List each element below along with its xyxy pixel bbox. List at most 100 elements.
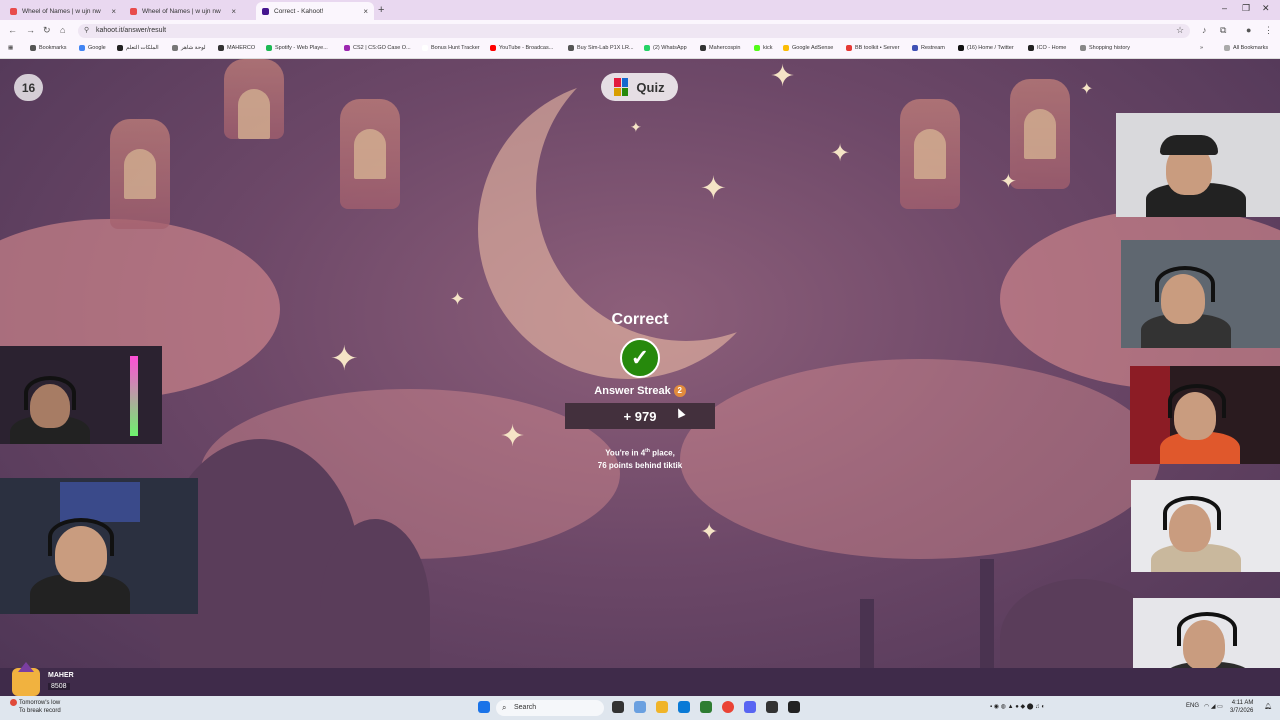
bookmark-item[interactable]: (2) WhatsApp — [644, 45, 687, 51]
star-icon: ✦ — [1080, 81, 1094, 98]
taskbar-search[interactable]: ⌕ Search — [496, 700, 604, 716]
weather-widget[interactable]: Tomorrow's low To break record — [10, 699, 61, 715]
webcam-overlay — [1116, 113, 1280, 217]
headset-icon — [48, 518, 114, 556]
star-icon: ✦ — [830, 140, 851, 167]
new-tab-plus-icon[interactable]: + — [378, 4, 384, 16]
cap-icon — [1160, 135, 1218, 155]
tab-kahoot[interactable]: Correct - Kahoot! × — [256, 2, 374, 20]
bookmark-item[interactable]: Spotify - Web Playe... — [266, 45, 328, 51]
app-icon[interactable] — [700, 701, 712, 713]
background-cloud — [680, 359, 1160, 559]
bookmark-item[interactable]: YouTube - Broadcas... — [490, 45, 553, 51]
all-bookmarks-folder[interactable]: All Bookmarks — [1224, 45, 1268, 51]
window-close-icon[interactable]: ✕ — [1262, 3, 1270, 14]
site-info-icon[interactable]: ⚲ — [84, 24, 89, 38]
bookmark-item[interactable]: Bonus Hunt Tracker — [422, 45, 480, 51]
star-icon: ✦ — [700, 519, 719, 544]
bookmark-item[interactable]: CS2 | CS:GO Case O... — [344, 45, 411, 51]
obs-icon[interactable] — [766, 701, 778, 713]
bookmark-item[interactable]: Restream — [912, 45, 945, 51]
menu-kebab-icon[interactable]: ⋮ — [1264, 25, 1273, 36]
tab-wheel-of-names-1[interactable]: Wheel of Names | w ujn nw × — [4, 2, 122, 20]
bookmark-item[interactable]: Google — [79, 45, 106, 51]
headset-icon — [1177, 612, 1237, 646]
discord-icon[interactable] — [744, 701, 756, 713]
maximize-icon[interactable]: ❐ — [1242, 3, 1250, 14]
bookmark-item[interactable]: MAHERCO — [218, 45, 255, 51]
app-icon[interactable] — [788, 701, 800, 713]
reload-icon[interactable]: ↻ — [43, 25, 51, 36]
headset-icon — [24, 376, 76, 410]
edge-icon[interactable] — [678, 701, 690, 713]
back-icon[interactable]: ← — [8, 25, 17, 35]
home-icon[interactable]: ⌂ — [60, 25, 65, 35]
placement-text: You're in 4th place, 76 points behind ti… — [540, 445, 740, 472]
bookmark-star-icon[interactable]: ☆ — [1176, 25, 1184, 36]
bookmark-item[interactable]: kick — [754, 45, 772, 51]
crescent-moon-illustration — [478, 79, 778, 379]
tab-wheel-of-names-2[interactable]: Wheel of Names | w ujn nw × — [124, 2, 242, 20]
bookmark-item[interactable]: Shopping history — [1080, 45, 1130, 51]
widgets-icon[interactable] — [634, 701, 646, 713]
system-tray-icons[interactable]: ▪ ◉ ◍ ▲ ● ◆ ⬤ ♫ ◐ — [990, 703, 1045, 710]
rgb-light-strip — [130, 356, 138, 436]
bookmarks-overflow-icon[interactable]: » — [1200, 45, 1203, 51]
notification-bell-icon[interactable]: 🔔︎ — [1264, 703, 1272, 710]
taskbar-clock[interactable]: 4:11 AM 3/7/2026 — [1230, 699, 1253, 715]
points-earned: + 979 — [565, 403, 715, 429]
behind-line: 76 points behind tiktik — [597, 460, 683, 470]
media-icon[interactable]: ♪ — [1202, 25, 1207, 35]
star-icon: ✦ — [700, 170, 727, 206]
profile-avatar-icon[interactable]: ● — [1246, 25, 1251, 35]
bookmark-item[interactable]: BB toolkit • Server — [846, 45, 899, 51]
bookmark-item[interactable]: ICO - Home — [1028, 45, 1066, 51]
star-icon: ✦ — [450, 289, 466, 309]
headset-icon — [1163, 496, 1221, 530]
chrome-icon[interactable] — [722, 701, 734, 713]
close-icon[interactable]: × — [231, 7, 236, 16]
search-icon: ⌕ — [502, 703, 507, 712]
bookmark-item[interactable]: (16) Home / Twitter — [958, 45, 1014, 51]
file-explorer-icon[interactable] — [656, 701, 668, 713]
task-view-icon[interactable] — [612, 701, 624, 713]
webcam-overlay — [1131, 480, 1280, 572]
star-icon: ✦ — [500, 420, 526, 453]
result-title: Correct — [611, 311, 669, 328]
star-icon: ✦ — [630, 119, 642, 135]
player-footer-bar — [0, 668, 1280, 696]
headset-icon — [1168, 384, 1226, 418]
answer-streak: Answer Streak 2 — [560, 385, 720, 398]
network-volume-icons[interactable]: ◠ ◢ ▭ — [1204, 703, 1223, 710]
close-icon[interactable]: × — [111, 7, 116, 16]
bookmark-item[interactable]: لوحة شاهر — [172, 45, 206, 51]
wheel-favicon-icon — [10, 7, 17, 15]
bookmark-item[interactable]: Google AdSense — [783, 45, 833, 51]
webcam-overlay — [1130, 366, 1280, 464]
wheel-favicon-icon — [130, 7, 137, 15]
webcam-overlay — [1121, 240, 1280, 348]
bookmark-item[interactable]: Buy Sim-Lab P1X LR... — [568, 45, 634, 51]
quiz-mode-badge: Quiz — [601, 73, 678, 101]
star-icon: ✦ — [330, 340, 359, 378]
close-icon[interactable]: × — [363, 7, 368, 16]
bookmark-item[interactable]: الملكات التعلم — [117, 45, 159, 51]
apps-grid-icon[interactable]: ▦ — [8, 45, 13, 51]
start-windows-icon[interactable] — [478, 701, 490, 713]
player-score: 8508 — [48, 683, 70, 690]
weather-alert-icon — [10, 699, 17, 706]
extensions-icon[interactable]: ⧉ — [1220, 25, 1226, 36]
background-monitor — [60, 482, 140, 522]
url-field[interactable]: ⚲ kahoot.it/answer/result — [78, 24, 1190, 38]
lantern-illustration — [1010, 79, 1070, 189]
headset-icon — [1155, 266, 1215, 302]
quiz-shapes-icon — [614, 78, 629, 96]
player-avatar — [12, 662, 40, 696]
bookmark-item[interactable]: Mahercospin — [700, 45, 741, 51]
forward-icon[interactable]: → — [26, 25, 35, 35]
player-name: MAHER — [48, 672, 74, 679]
language-indicator[interactable]: ENG — [1186, 703, 1199, 709]
bookmark-item[interactable]: Bookmarks — [30, 45, 67, 51]
place-line: You're in 4th place, — [605, 448, 675, 458]
minimize-icon[interactable]: – — [1222, 3, 1227, 13]
